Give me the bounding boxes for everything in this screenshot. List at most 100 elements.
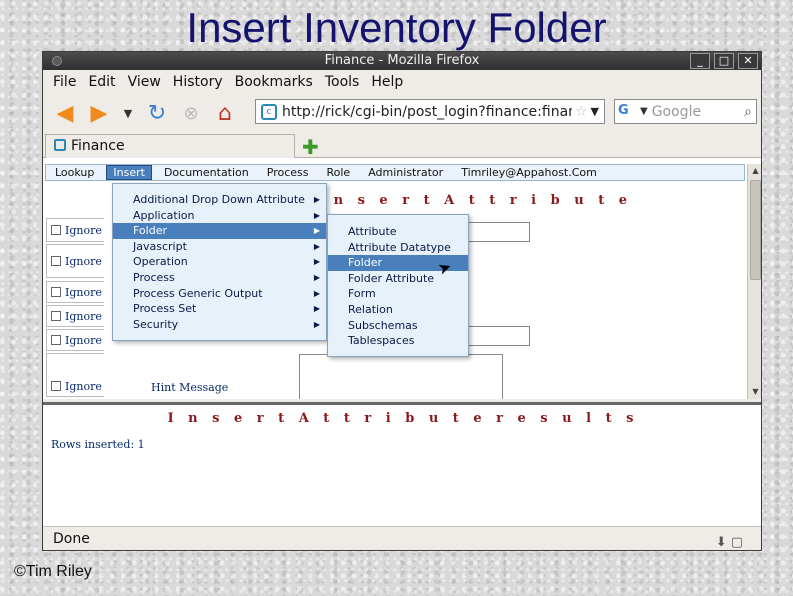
window-menu-icon[interactable] (52, 56, 62, 66)
status-bar: Done ⬇ ▢ (43, 526, 761, 550)
submenu-arrow-icon: ▶ (313, 288, 320, 298)
insert-menu-item[interactable]: Security ▶ (113, 317, 326, 333)
ignore-label: Ignore (65, 255, 102, 268)
ignore-label: Ignore (65, 380, 102, 393)
ignore-checkbox[interactable] (51, 311, 61, 321)
submenu-arrow-icon: ▶ (313, 226, 320, 236)
insert-menu-label: Process (133, 270, 175, 284)
ignore-label: Ignore (65, 286, 102, 299)
submenu-arrow-icon: ▶ (313, 257, 320, 267)
app-menu-user[interactable]: Timriley@Appahost.Com (452, 166, 606, 179)
folder-submenu-item[interactable]: Subschemas (328, 318, 468, 334)
reload-icon[interactable]: ↻ (143, 99, 171, 127)
ignore-label: Ignore (65, 310, 102, 323)
folder-submenu-item[interactable]: Relation (328, 302, 468, 318)
app-menu-administrator[interactable]: Administrator (359, 166, 452, 179)
insert-dropdown-menu: Additional Drop Down Attribute ▶ Applicat… (112, 183, 327, 341)
page-content: Lookup Insert Documentation Process Role… (43, 158, 761, 399)
download-icon[interactable]: ⬇ ▢ (716, 531, 743, 550)
page-scrollbar[interactable]: ▲ ▼ (747, 164, 761, 399)
slide-title: Insert Inventory Folder (186, 4, 607, 51)
folder-submenu-item[interactable]: Form (328, 286, 468, 302)
ignore-checkbox[interactable] (51, 335, 61, 345)
insert-menu-item[interactable]: Process Set ▶ (113, 301, 326, 317)
text-input[interactable] (466, 326, 530, 346)
folder-submenu-item[interactable]: Attribute Datatype (328, 240, 468, 256)
close-button[interactable]: ✕ (738, 53, 758, 69)
menu-bookmarks[interactable]: Bookmarks (229, 74, 319, 90)
search-box[interactable]: G ▼ Google ⌕ (614, 99, 757, 124)
app-menu-process[interactable]: Process (258, 166, 318, 179)
app-menu-role[interactable]: Role (318, 166, 360, 179)
maximize-button[interactable]: □ (714, 53, 734, 69)
app-menu-insert[interactable]: Insert (106, 165, 152, 180)
insert-menu-item[interactable]: Javascript ▶ (113, 239, 326, 255)
search-icon[interactable]: ⌕ (744, 104, 752, 120)
insert-menu-label: Folder (133, 224, 167, 238)
url-dropdown-icon[interactable]: ▼ (591, 105, 599, 118)
menu-edit[interactable]: Edit (82, 74, 121, 90)
back-arrow-icon[interactable]: ◀ (51, 99, 79, 127)
submenu-arrow-icon: ▶ (313, 272, 320, 282)
bookmark-star-icon[interactable]: ☆ (575, 104, 588, 120)
hint-textarea[interactable] (299, 354, 503, 399)
insert-menu-item[interactable]: Process ▶ (113, 270, 326, 286)
page-heading: I n s e r t A t t r i b u t e (313, 193, 633, 208)
ignore-checkbox[interactable] (51, 287, 61, 297)
scroll-up-icon[interactable]: ▲ (748, 164, 761, 178)
app-menu-lookup[interactable]: Lookup (46, 166, 103, 179)
insert-menu-label: Security (133, 317, 179, 331)
insert-menu-item-folder[interactable]: Folder ▶ (113, 223, 326, 239)
minimize-button[interactable]: _ (690, 53, 710, 69)
menu-help[interactable]: Help (365, 74, 409, 90)
insert-menu-item[interactable]: Process Generic Output ▶ (113, 286, 326, 302)
menu-file[interactable]: File (47, 74, 82, 90)
ignore-checkbox[interactable] (51, 256, 61, 266)
submenu-arrow-icon: ▶ (313, 319, 320, 329)
insert-menu-label: Javascript (133, 239, 187, 253)
insert-menu-label: Application (133, 208, 195, 222)
engine-dropdown-icon[interactable]: ▼ (640, 106, 648, 117)
insert-menu-label: Additional Drop Down Attribute (133, 193, 305, 206)
window-titlebar: Finance - Mozilla Firefox _ □ ✕ (43, 52, 761, 70)
url-text[interactable]: http://rick/cgi-bin/post_login?finance:f… (282, 104, 572, 120)
scroll-thumb[interactable] (750, 180, 761, 280)
folder-submenu-item[interactable]: Attribute (328, 224, 468, 240)
ignore-row: Ignore (46, 353, 104, 397)
insert-menu-item[interactable]: Application ▶ (113, 208, 326, 224)
insert-menu-item[interactable]: Additional Drop Down Attribute ▶ (113, 192, 326, 208)
browser-window: Finance - Mozilla Firefox _ □ ✕ File Edi… (42, 51, 762, 551)
menu-tools[interactable]: Tools (319, 74, 366, 90)
insert-menu-label: Process Set (133, 302, 197, 316)
text-input[interactable] (466, 222, 530, 242)
submenu-arrow-icon: ▶ (313, 195, 320, 204)
ignore-row: Ignore (46, 305, 104, 327)
new-tab-plus-icon[interactable]: ✚ (302, 135, 319, 159)
menu-history[interactable]: History (167, 74, 229, 90)
ignore-label: Ignore (65, 334, 102, 347)
scroll-down-icon[interactable]: ▼ (748, 385, 761, 399)
folder-submenu-item[interactable]: Tablespaces (328, 333, 468, 349)
rows-inserted-text: Rows inserted: 1 (51, 438, 145, 451)
stop-icon[interactable]: ⊗ (177, 99, 205, 127)
home-icon[interactable]: ⌂ (211, 99, 239, 127)
ignore-label: Ignore (65, 224, 102, 237)
tab-finance[interactable]: Finance (45, 134, 295, 158)
ignore-row: Ignore (46, 244, 104, 278)
tab-strip: Finance ✚ (43, 132, 761, 159)
ignore-checkbox[interactable] (51, 381, 61, 391)
ignore-checkbox[interactable] (51, 225, 61, 235)
history-dropdown-icon[interactable]: ▼ (119, 99, 137, 127)
forward-arrow-icon[interactable]: ▶ (85, 99, 113, 127)
menu-view[interactable]: View (122, 74, 167, 90)
firefox-menubar: File Edit View History Bookmarks Tools H… (43, 70, 761, 94)
submenu-arrow-icon: ▶ (313, 304, 320, 314)
insert-menu-item[interactable]: Operation ▶ (113, 254, 326, 270)
submenu-arrow-icon: ▶ (313, 241, 320, 251)
app-menu-documentation[interactable]: Documentation (155, 166, 258, 179)
submenu-arrow-icon: ▶ (313, 210, 320, 220)
url-bar[interactable]: c http://rick/cgi-bin/post_login?finance… (255, 99, 605, 124)
results-panel: I n s e r t A t t r i b u t e r e s u l … (43, 402, 761, 527)
search-placeholder[interactable]: Google (652, 104, 744, 120)
google-engine-icon[interactable]: G (618, 103, 640, 121)
